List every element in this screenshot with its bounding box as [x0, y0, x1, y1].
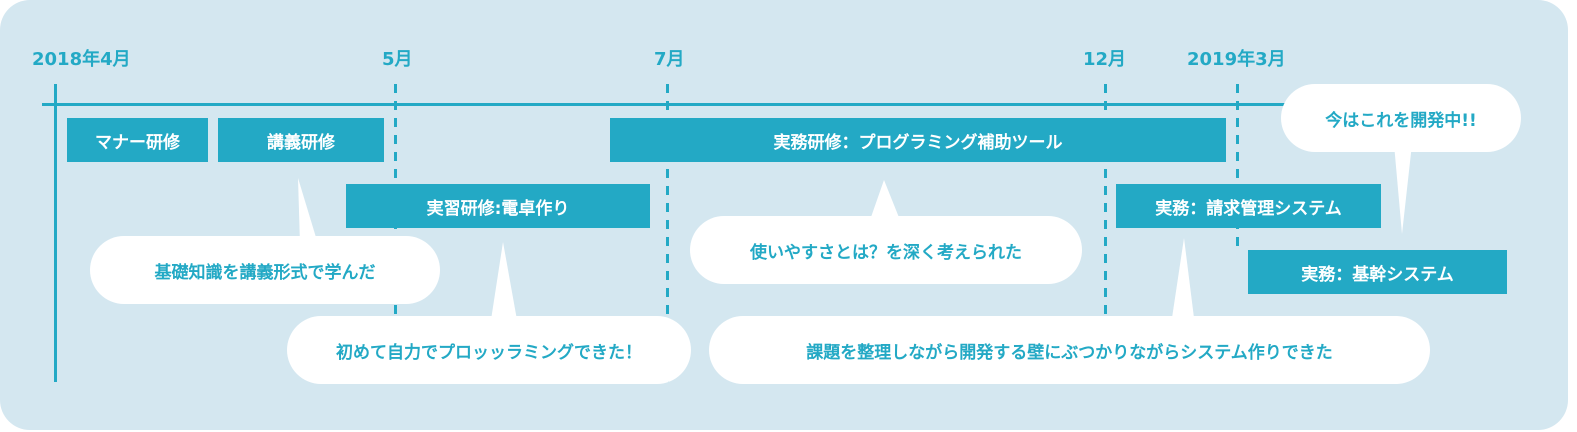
core-system-bar: 実務：基幹システム — [1248, 250, 1507, 294]
date-label-jul: 7月 — [654, 49, 685, 70]
timeline-axis — [42, 103, 1322, 106]
lecture-comment-bubble: 基礎知識を講義形式で学んだ — [90, 236, 440, 304]
date-label-dec: 12月 — [1083, 49, 1127, 70]
timeline-start-line — [54, 84, 57, 382]
date-label-may: 5月 — [382, 49, 413, 70]
billing-comment-bubble: 課題を整理しながら開発する壁にぶつかりながらシステム作りできた — [709, 316, 1430, 384]
manner-training-bar: マナー研修 — [67, 118, 208, 162]
date-label-2019-mar: 2019年3月 — [1187, 49, 1286, 70]
usability-comment-bubble: 使いやすさとは？を深く考えられた — [690, 216, 1082, 284]
current-comment-bubble: 今はこれを開発中!! — [1281, 84, 1521, 152]
billing-bubble-tail — [1172, 238, 1194, 318]
date-label-2018-apr: 2018年4月 — [32, 49, 131, 70]
lecture-training-bar: 講義研修 — [218, 118, 384, 162]
billing-system-bar: 実務：請求管理システム — [1116, 184, 1381, 228]
work-training-bar: 実務研修：プログラミング補助ツール — [610, 118, 1226, 162]
current-bubble-tail — [1394, 144, 1412, 234]
practice-training-bar: 実習研修:電卓作り — [346, 184, 650, 228]
practice-bubble-tail — [491, 242, 517, 320]
practice-comment-bubble: 初めて自力でプロッッラミングできた！ — [287, 316, 691, 384]
